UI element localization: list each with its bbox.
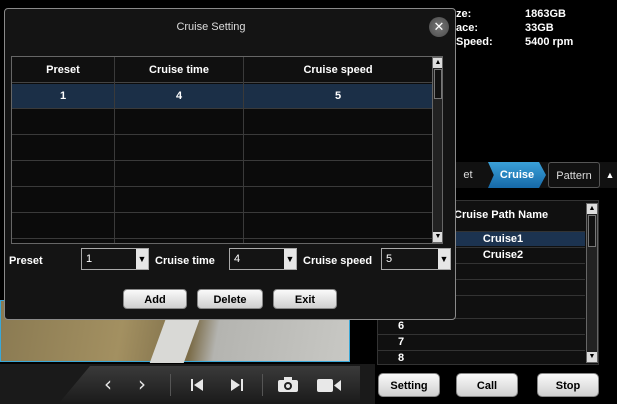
divider <box>170 374 171 396</box>
scroll-thumb[interactable] <box>434 69 442 99</box>
call-button[interactable]: Call <box>456 373 518 397</box>
column-divider <box>243 57 244 243</box>
scroll-down-icon[interactable]: ▼ <box>433 232 442 242</box>
cruise-time-value: 4 <box>234 253 241 265</box>
list-item-number: 7 <box>397 336 405 348</box>
chevron-down-icon[interactable]: ▼ <box>284 249 296 269</box>
column-divider <box>114 57 115 243</box>
cruise-setting-dialog: Cruise Setting ✕ Preset Cruise time Crui… <box>4 8 456 320</box>
table-row[interactable]: 1 4 5 <box>12 84 432 109</box>
divider <box>262 374 263 396</box>
scroll-down-icon[interactable]: ▼ <box>587 352 597 362</box>
table-header: Preset Cruise time Cruise speed <box>12 57 432 83</box>
chevron-right-icon[interactable]: › <box>138 374 146 394</box>
dialog-title: Cruise Setting <box>176 21 246 33</box>
list-item[interactable]: 8 <box>378 350 585 365</box>
disk-info-label: ze: <box>456 8 472 20</box>
video-camera-icon[interactable] <box>316 378 342 393</box>
cruise-speed-select[interactable]: 5 ▼ <box>381 248 451 270</box>
scroll-up-icon[interactable]: ▲ <box>433 58 442 68</box>
cell-cruise-speed: 5 <box>334 90 342 102</box>
exit-button[interactable]: Exit <box>273 289 337 309</box>
disk-info-value: 1863GB <box>525 8 566 20</box>
disk-info-label: Speed: <box>456 36 493 48</box>
ptz-tabs: et Cruise Pattern ▲ <box>452 162 617 188</box>
list-item[interactable]: 7 <box>378 334 585 349</box>
list-item-number: 6 <box>397 320 405 332</box>
skip-back-icon[interactable] <box>190 378 204 392</box>
chevron-left-icon[interactable]: ‹ <box>104 374 112 394</box>
preset-select[interactable]: 1 ▼ <box>81 248 149 270</box>
chevron-down-icon[interactable]: ▼ <box>136 249 148 269</box>
tab-preset[interactable]: et <box>456 162 480 188</box>
column-header-preset: Preset <box>46 64 80 76</box>
cruise-time-label: Cruise time <box>155 255 215 267</box>
table-row[interactable] <box>12 214 432 239</box>
table-scrollbar[interactable]: ▲ ▼ <box>432 57 442 243</box>
list-scrollbar[interactable]: ▲ ▼ <box>586 203 598 363</box>
setting-button[interactable]: Setting <box>378 373 440 397</box>
list-item[interactable]: 6 <box>378 318 585 333</box>
column-header-cruise-speed: Cruise speed <box>303 64 373 76</box>
add-button[interactable]: Add <box>123 289 187 309</box>
preset-label: Preset <box>9 255 43 267</box>
chevron-down-icon[interactable]: ▼ <box>438 249 450 269</box>
table-row[interactable] <box>12 110 432 135</box>
disk-info-values: 1863GB 33GB 5400 rpm <box>525 8 573 50</box>
cell-preset: 1 <box>59 90 67 102</box>
cruise-time-select[interactable]: 4 ▼ <box>229 248 297 270</box>
column-header-cruise-time: Cruise time <box>149 64 209 76</box>
skip-forward-icon[interactable] <box>230 378 244 392</box>
camera-icon[interactable] <box>277 377 299 393</box>
cruise-table: Preset Cruise time Cruise speed 1 4 5 ▲ … <box>11 56 443 244</box>
tab-pattern[interactable]: Pattern <box>548 162 600 188</box>
stop-button[interactable]: Stop <box>537 373 599 397</box>
playback-bar: ‹ › <box>0 364 375 404</box>
close-icon[interactable]: ✕ <box>429 17 449 37</box>
tab-cruise[interactable]: Cruise <box>488 162 546 188</box>
disk-info-value: 33GB <box>525 22 554 34</box>
tabs-scroll-up-icon[interactable]: ▲ <box>604 168 616 182</box>
table-row[interactable] <box>12 188 432 213</box>
cell-cruise-time: 4 <box>175 90 183 102</box>
table-row[interactable] <box>12 136 432 161</box>
preset-value: 1 <box>86 253 93 265</box>
list-item-number: 8 <box>397 352 405 364</box>
scroll-up-icon[interactable]: ▲ <box>587 204 597 214</box>
disk-info-value: 5400 rpm <box>525 36 574 48</box>
disk-info-label: ace: <box>456 22 479 34</box>
delete-button[interactable]: Delete <box>197 289 263 309</box>
scroll-thumb[interactable] <box>588 215 596 247</box>
cruise-speed-value: 5 <box>386 253 393 265</box>
disk-info-labels: ze: ace: Speed: <box>456 8 493 50</box>
cruise-speed-label: Cruise speed <box>303 255 373 267</box>
table-row[interactable] <box>12 162 432 187</box>
cruise-path-name-header: Cruise Path Name <box>454 209 549 221</box>
